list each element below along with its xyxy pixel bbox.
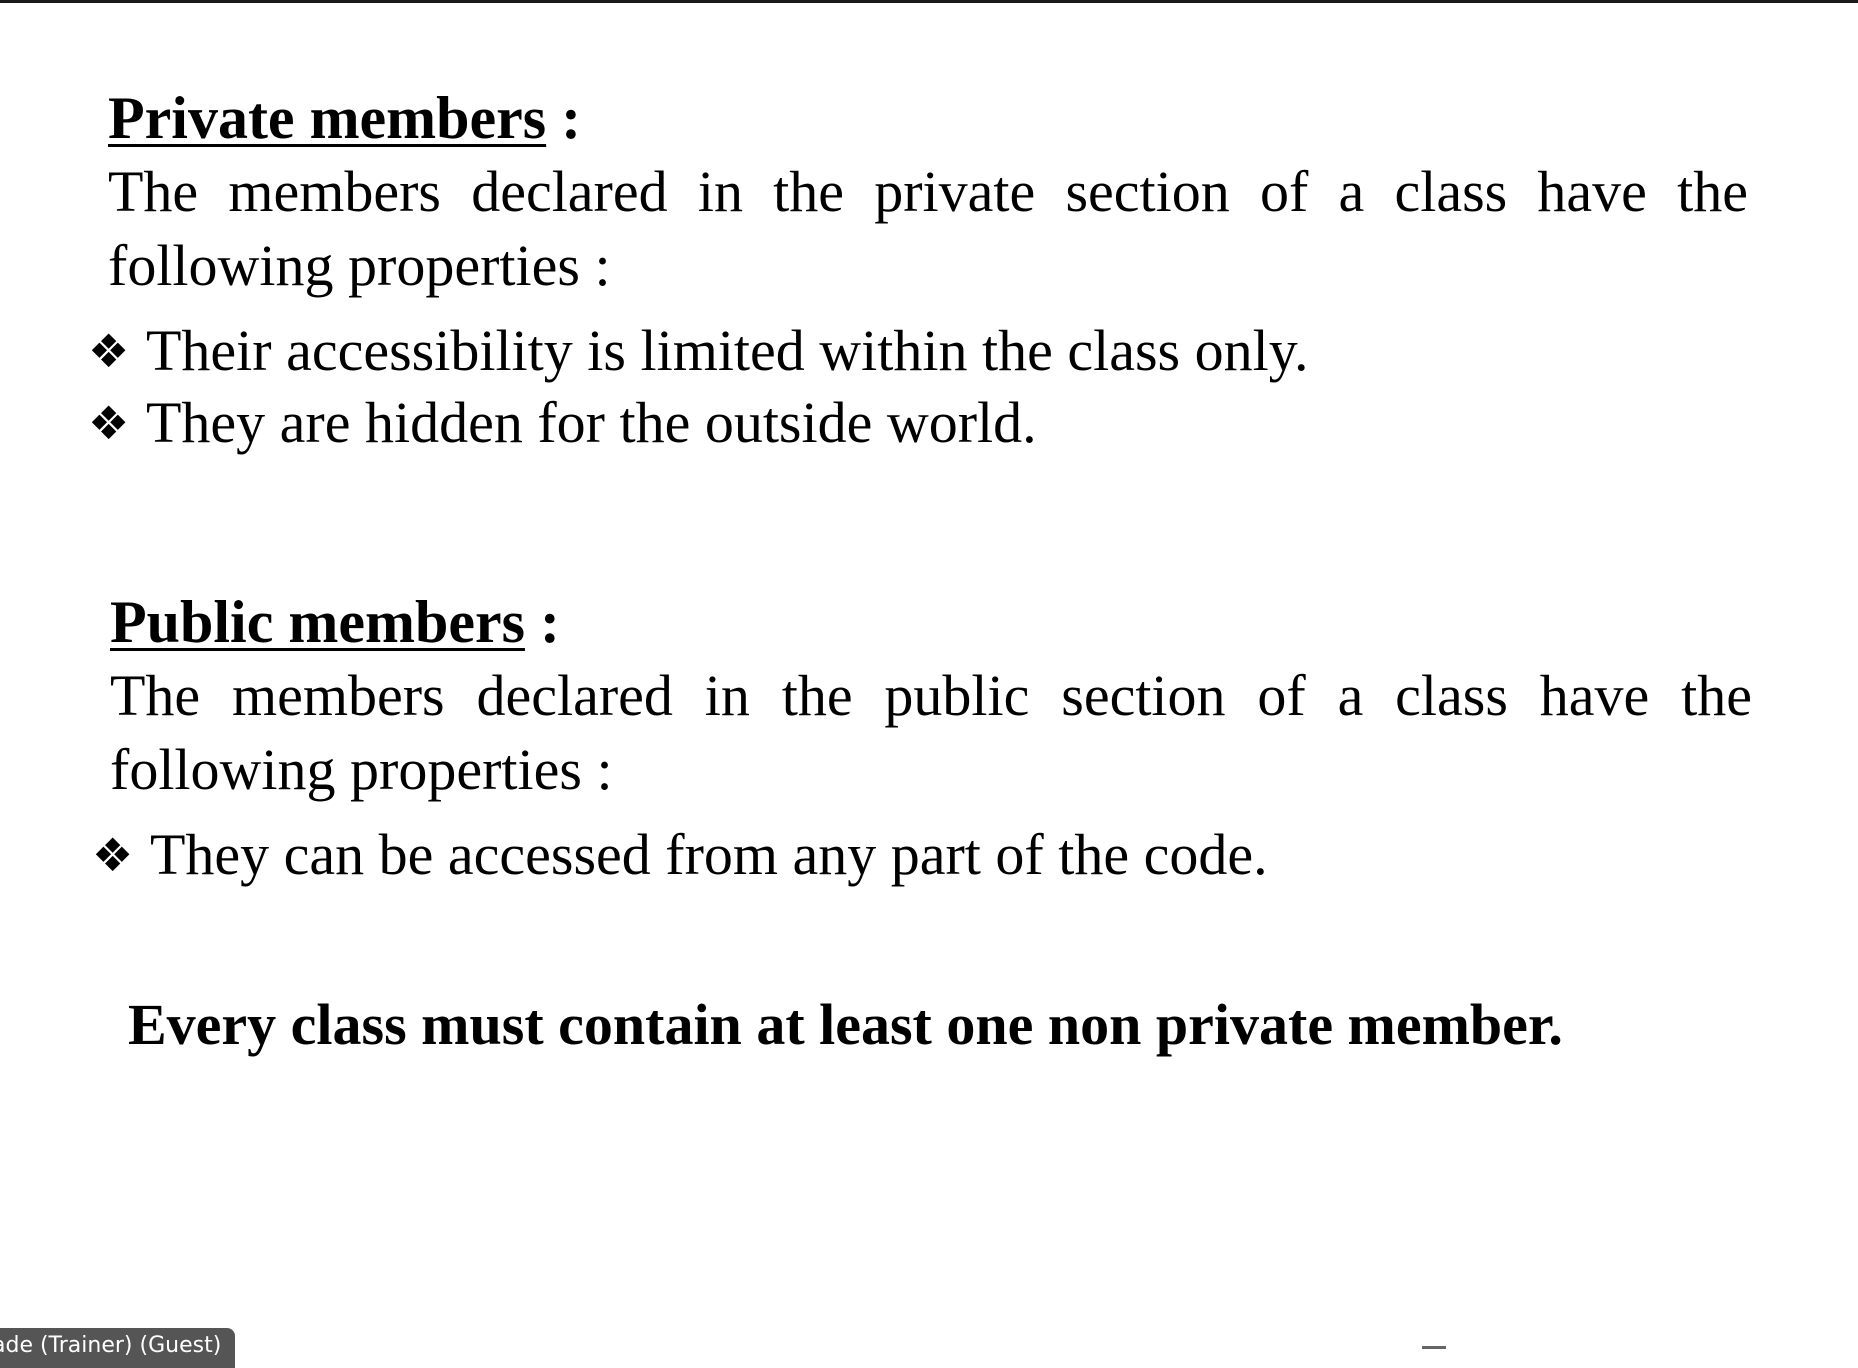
private-members-description: The members declared in the private sect… xyxy=(108,159,1748,298)
class-rule-note: Every class must contain at least one no… xyxy=(128,992,1563,1057)
public-members-heading: Public members : xyxy=(110,592,560,652)
public-bullet-1: ❖ They can be accessed from any part of … xyxy=(92,826,1268,884)
diamond-bullet-icon: ❖ xyxy=(88,324,130,378)
public-members-title: Public members xyxy=(110,589,525,655)
private-members-colon: : xyxy=(546,85,582,151)
private-bullet-1: ❖ Their accessibility is limited within … xyxy=(88,322,1308,380)
private-bullet-1-text: Their accessibility is limited within th… xyxy=(146,318,1309,383)
private-members-title: Private members xyxy=(108,85,547,151)
slide-content: Private members : The members declared i… xyxy=(0,0,1858,1356)
presenter-name-label: ade (Trainer) (Guest) xyxy=(0,1333,222,1358)
private-members-heading: Private members : xyxy=(108,88,581,148)
presenter-name-tag: ade (Trainer) (Guest) xyxy=(0,1328,236,1368)
diamond-bullet-icon: ❖ xyxy=(92,828,134,882)
public-members-colon: : xyxy=(524,589,560,655)
private-bullet-2-text: They are hidden for the outside world. xyxy=(146,390,1037,455)
diamond-bullet-icon: ❖ xyxy=(88,396,130,450)
public-members-description: The members declared in the public secti… xyxy=(110,663,1752,802)
public-bullet-1-text: They can be accessed from any part of th… xyxy=(150,822,1268,887)
page-number-fragment xyxy=(1422,1346,1446,1349)
private-bullet-2: ❖ They are hidden for the outside world. xyxy=(88,394,1037,452)
